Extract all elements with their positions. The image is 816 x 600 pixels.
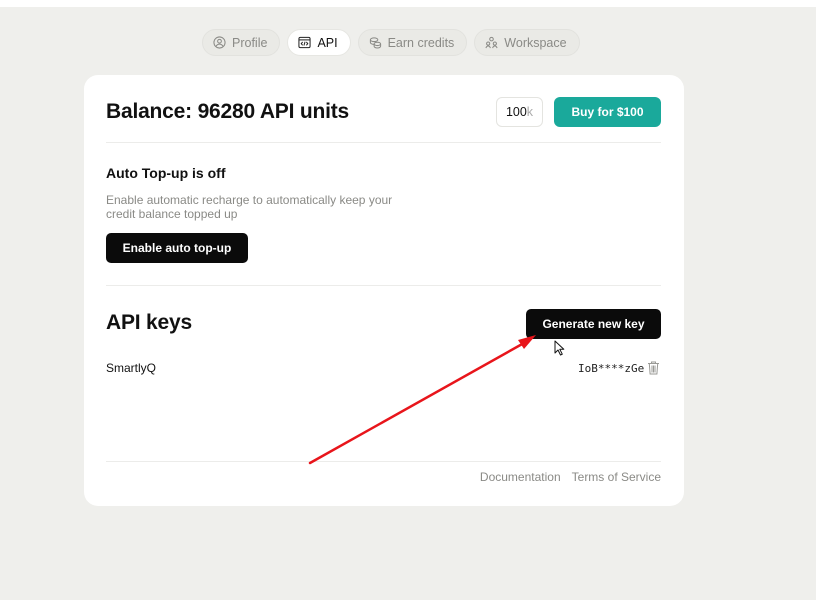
footer-links: Documentation Terms of Service [480, 470, 661, 484]
amount-value: 100 [505, 105, 527, 119]
tab-earn-credits[interactable]: Earn credits [357, 29, 468, 56]
balance-title: Balance: 96280 API units [106, 100, 350, 123]
enable-auto-topup-button[interactable]: Enable auto top-up [106, 233, 248, 263]
tab-label: Earn credits [387, 35, 455, 50]
divider [106, 285, 661, 286]
tab-label: API [317, 35, 338, 50]
top-bar [0, 0, 816, 7]
generate-new-key-button[interactable]: Generate new key [526, 309, 661, 339]
tab-label: Profile [232, 35, 268, 50]
amount-unit: k [526, 105, 534, 119]
user-circle-icon [213, 36, 226, 49]
code-window-icon [298, 36, 312, 49]
api-key-name: SmartlyQ [106, 361, 157, 375]
tab-label: Workspace [504, 35, 567, 50]
buy-button[interactable]: Buy for $100 [554, 97, 661, 127]
tab-profile[interactable]: Profile [202, 29, 281, 56]
api-settings-card: Balance: 96280 API units 100 k Buy for $1… [84, 75, 684, 506]
trash-icon[interactable] [647, 361, 660, 375]
api-key-masked-value: IoB****zGe [578, 362, 645, 375]
terms-of-service-link[interactable]: Terms of Service [572, 470, 661, 484]
api-keys-title: API keys [106, 311, 192, 334]
documentation-link[interactable]: Documentation [480, 470, 561, 484]
team-icon [485, 36, 498, 49]
settings-tabs: Profile API Earn credits Workspace [202, 29, 580, 56]
tab-api[interactable]: API [287, 29, 351, 56]
topup-title: Auto Top-up is off [106, 165, 226, 181]
divider [106, 461, 661, 462]
tab-workspace[interactable]: Workspace [474, 29, 580, 56]
divider [106, 142, 661, 143]
mouse-cursor-icon [554, 340, 565, 356]
topup-description: Enable automatic recharge to automatical… [106, 193, 393, 221]
coins-icon [369, 36, 382, 49]
topup-amount-input[interactable]: 100 k [496, 97, 543, 127]
